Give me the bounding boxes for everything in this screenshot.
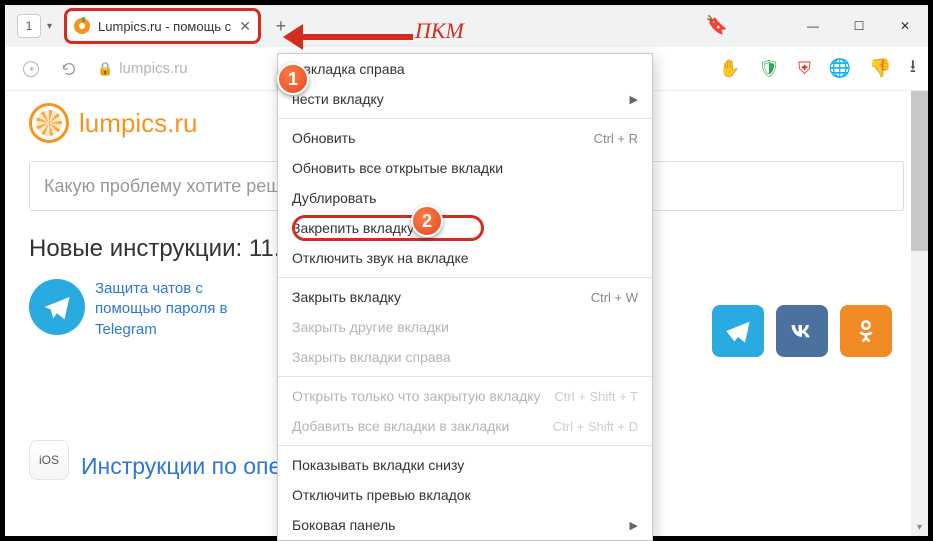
translate-icon[interactable]: 🌐	[829, 58, 851, 79]
context-menu-label: я вкладка справа	[292, 61, 405, 77]
context-menu-label: Закрепить вкладку	[292, 220, 414, 236]
article-link[interactable]: Защита чатов с помощью пароля в Telegram	[95, 279, 265, 340]
telegram-icon	[29, 279, 85, 335]
context-menu-item[interactable]: Отключить превью вкладок	[278, 480, 652, 510]
titlebar: 1 ▾ Lumpics.ru - помощь с ✕ + 🔖 — ☐ ✕	[5, 5, 928, 47]
ios-icon: iOS	[29, 440, 69, 480]
context-menu-label: Боковая панель	[292, 517, 395, 533]
annotation-pkm-label: ПКМ	[415, 18, 464, 44]
context-menu-item: Закрыть другие вкладки	[278, 312, 652, 342]
browser-tab[interactable]: Lumpics.ru - помощь с ✕	[66, 10, 259, 42]
context-menu-item: Закрыть вкладки справа	[278, 342, 652, 372]
orange-slice-icon	[29, 103, 69, 143]
bookmark-icon[interactable]: 🔖	[706, 15, 728, 36]
close-window-button[interactable]: ✕	[882, 5, 928, 47]
context-menu-label: Обновить	[292, 130, 355, 146]
tab-count-button[interactable]: 1	[17, 14, 41, 38]
url-text: lumpics.ru	[119, 60, 187, 77]
lock-icon: 🔒	[97, 61, 113, 77]
context-menu-label: Обновить все открытые вкладки	[292, 160, 503, 176]
article-card[interactable]: Защита чатов с помощью пароля в Telegram	[29, 279, 265, 340]
close-tab-icon[interactable]: ✕	[239, 18, 251, 35]
scrollbar-thumb[interactable]	[911, 91, 928, 251]
context-menu-label: нести вкладку	[292, 91, 384, 107]
context-menu-label: Отключить звук на вкладке	[292, 250, 469, 266]
reload-button[interactable]	[55, 55, 83, 83]
back-button[interactable]	[17, 55, 45, 83]
annotation-callout-2: 2	[411, 205, 443, 237]
context-menu-separator	[278, 376, 652, 377]
context-menu-label: Показывать вкладки снизу	[292, 457, 464, 473]
vertical-scrollbar[interactable]: ▾	[911, 91, 928, 536]
social-links	[712, 305, 892, 357]
annotation-callout-1: 1	[277, 63, 309, 95]
shield-red-icon[interactable]: ⛨	[798, 59, 811, 79]
context-menu-separator	[278, 277, 652, 278]
context-menu-shortcut: Ctrl + R	[594, 131, 638, 146]
context-menu-item[interactable]: нести вкладку ▶	[278, 84, 652, 114]
context-menu-label: Отключить превью вкладок	[292, 487, 471, 503]
telegram-share-button[interactable]	[712, 305, 764, 357]
downloads-icon[interactable]: ⭳	[910, 54, 916, 84]
vk-share-button[interactable]	[776, 305, 828, 357]
tab-context-menu: я вкладка справа нести вкладку ▶ Обновить Ct…	[277, 53, 653, 541]
context-menu-item[interactable]: Отключить звук на вкладке	[278, 243, 652, 273]
submenu-arrow-icon: ▶	[630, 519, 638, 532]
address-bar[interactable]: 🔒 lumpics.ru	[97, 60, 188, 77]
context-menu-item[interactable]: Закрыть вкладку Ctrl + W	[278, 282, 652, 312]
context-menu-label: Закрыть другие вкладки	[292, 319, 449, 335]
tab-title: Lumpics.ru - помощь с	[98, 19, 231, 34]
submenu-arrow-icon: ▶	[630, 93, 638, 106]
context-menu-item[interactable]: Дублировать	[278, 183, 652, 213]
context-menu-item[interactable]: Показывать вкладки снизу	[278, 450, 652, 480]
context-menu-label: Закрыть вкладку	[292, 289, 401, 305]
context-menu-label: Дублировать	[292, 190, 376, 206]
logo-text: lumpics.ru	[79, 108, 197, 139]
context-menu-item[interactable]: Боковая панель ▶	[278, 510, 652, 540]
context-menu-shortcut: Ctrl + W	[591, 290, 638, 305]
context-menu-separator	[278, 118, 652, 119]
context-menu-item[interactable]: Обновить все открытые вкладки	[278, 153, 652, 183]
context-menu-label: Закрыть вкладки справа	[292, 349, 451, 365]
context-menu-shortcut: Ctrl + Shift + T	[554, 389, 638, 404]
new-tab-button[interactable]: +	[269, 14, 293, 38]
shield-green-icon[interactable]: 🛡	[759, 59, 781, 79]
context-menu-label: Добавить все вкладки в закладки	[292, 418, 509, 434]
context-menu-item[interactable]: Обновить Ctrl + R	[278, 123, 652, 153]
chevron-down-icon[interactable]: ▾	[47, 21, 52, 32]
context-menu-item: Открыть только что закрытую вкладку Ctrl …	[278, 381, 652, 411]
context-menu-item: Добавить все вкладки в закладки Ctrl + Sh…	[278, 411, 652, 441]
context-menu-label: Открыть только что закрытую вкладку	[292, 388, 541, 404]
minimize-button[interactable]: —	[790, 5, 836, 47]
adblock-hand-icon[interactable]: ✋	[719, 59, 740, 79]
ok-share-button[interactable]	[840, 305, 892, 357]
context-menu-item[interactable]: Закрепить вкладку	[278, 213, 652, 243]
context-menu-separator	[278, 445, 652, 446]
context-menu-item[interactable]: я вкладка справа	[278, 54, 652, 84]
scroll-down-button[interactable]: ▾	[911, 519, 928, 536]
feedback-icon[interactable]: 👎	[869, 58, 891, 79]
favicon-lumpics-icon	[74, 18, 90, 34]
maximize-button[interactable]: ☐	[836, 5, 882, 47]
context-menu-shortcut: Ctrl + Shift + D	[553, 419, 638, 434]
